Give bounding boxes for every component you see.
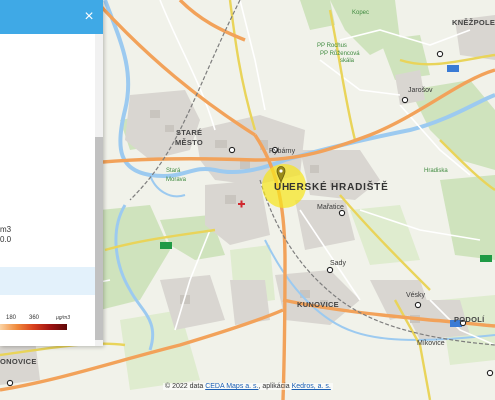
attribution-middle: , aplikácia (258, 383, 292, 390)
label-stare-mesto-1: STARÉ (176, 128, 202, 137)
layer-panel: × m3 0.0 180 360 µg/m3 (0, 0, 103, 346)
label-skala: skála (340, 58, 355, 64)
map-attribution: © 2022 data CEDA Maps a. s., aplikácia K… (163, 383, 333, 390)
attribution-link-ceda[interactable]: CEDA Maps a. s. (205, 383, 258, 390)
label-kopec: Kopec (352, 10, 369, 16)
label-uherske-hradiste-2: ERSKÉ HRADIŠTĚ (289, 180, 389, 193)
legend-color-bar (0, 324, 67, 330)
label-vesky: Vésky (406, 292, 426, 299)
label-pp-ruzencova: PP Růžencová (320, 50, 360, 57)
unit-text: m3 (0, 225, 12, 234)
label-kunovice: KUNOVICE (297, 300, 339, 309)
label-podoli: PODOLÍ (454, 315, 485, 324)
info-bar (0, 267, 95, 295)
label-stare-mesto-2: MĚSTO (175, 138, 203, 147)
scrollbar-thumb[interactable] (95, 137, 103, 340)
attribution-link-kedros[interactable]: Kedros, a. s. (292, 383, 331, 390)
panel-header: × (0, 0, 103, 34)
legend-unit: µg/m3 (56, 315, 70, 321)
label-mikovice: Míkovice (417, 340, 445, 347)
attribution-prefix: © 2022 data (165, 383, 206, 390)
label-onovice: ONOVICE (0, 357, 37, 366)
value-text: 0.0 (0, 235, 12, 244)
close-icon[interactable]: × (81, 9, 97, 25)
legend-tick-180: 180 (6, 315, 17, 321)
label-pp-rochus: PP Rochus (317, 43, 347, 49)
label-stara: Stará (166, 168, 181, 174)
label-uherske-hradiste-1: UH (274, 182, 290, 193)
label-maratice: Mařatice (317, 204, 344, 211)
legend-tick-360: 360 (29, 315, 40, 321)
label-hradiska: Hradiska (424, 168, 448, 174)
label-sady: Sady (330, 260, 346, 267)
label-jarosov: Jarošov (408, 87, 433, 94)
label-knezpole: KNĚŽPOLE (452, 18, 495, 27)
label-rybarny: Rybárny (269, 148, 296, 155)
label-morava: Morava (166, 177, 187, 183)
